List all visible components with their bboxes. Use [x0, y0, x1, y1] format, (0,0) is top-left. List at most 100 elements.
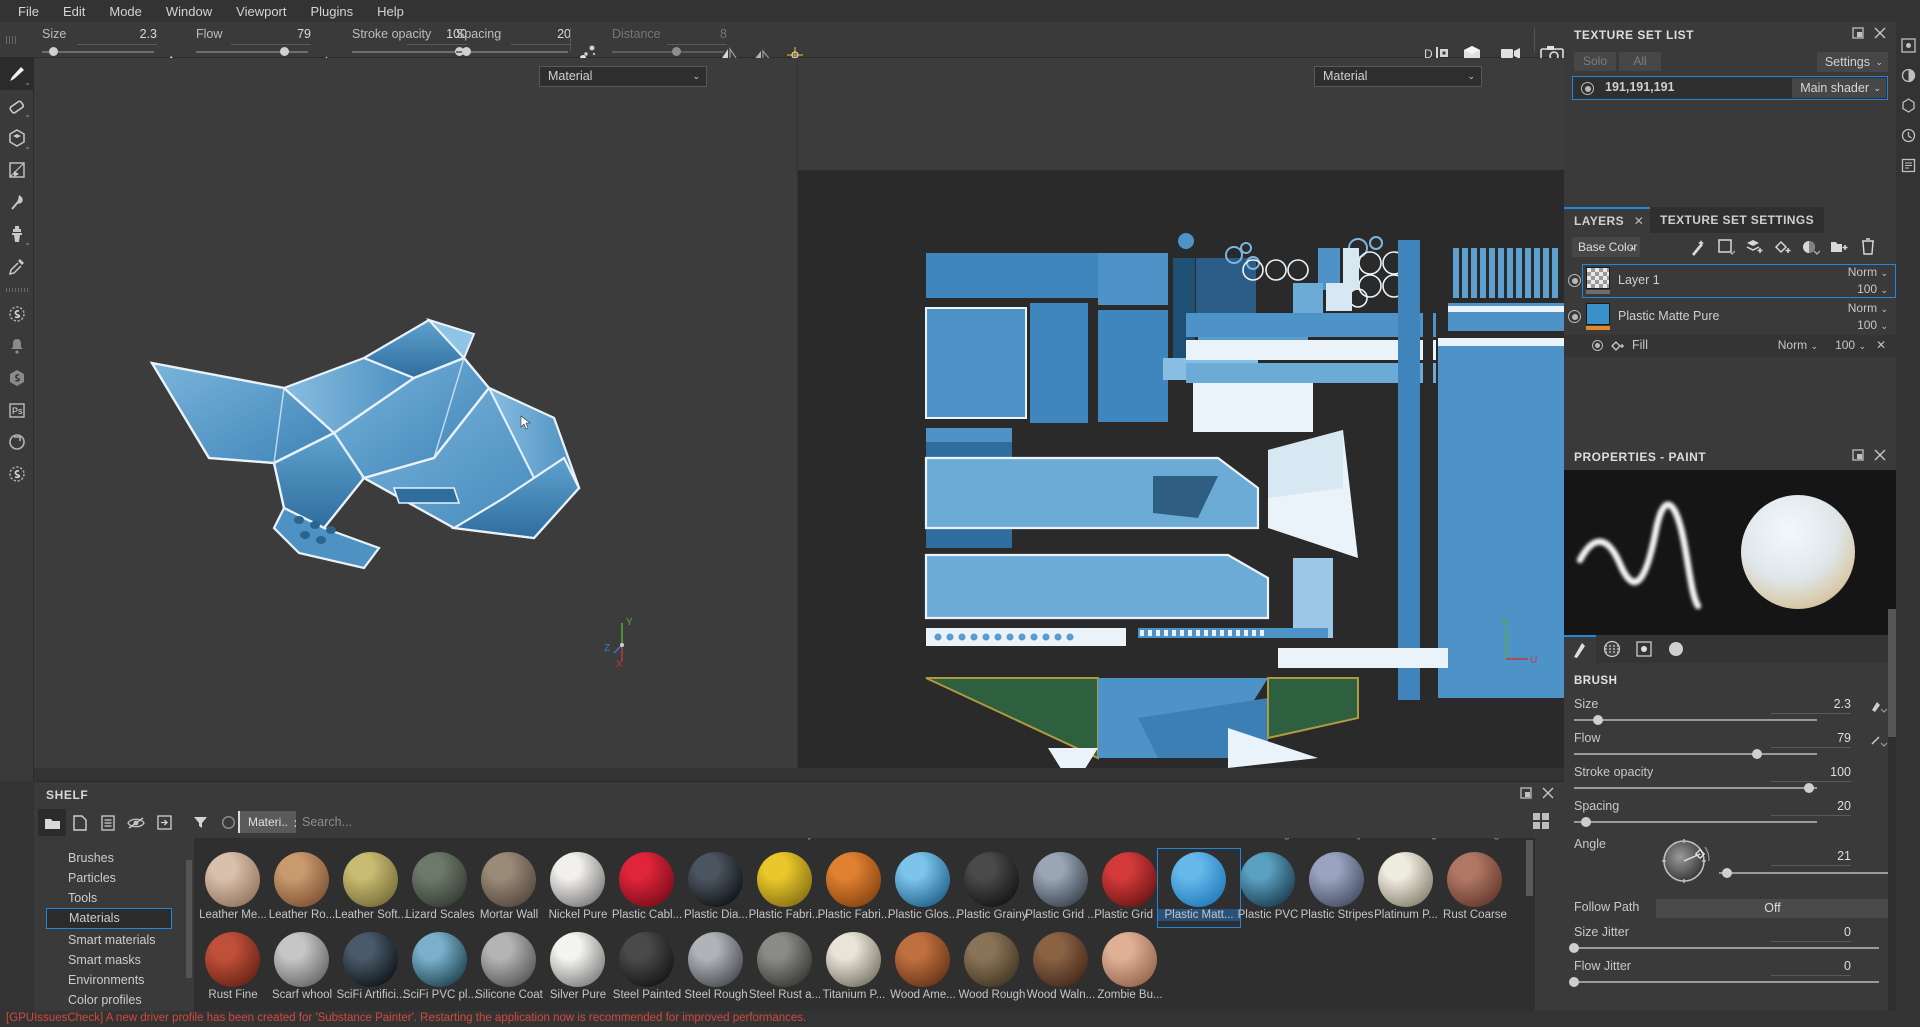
polygon-fill-tool[interactable]	[0, 154, 34, 186]
smudge-tool[interactable]	[0, 186, 34, 218]
layer-stack[interactable]: Layer 1 Norm ⌄ 100 ⌄ Plastic Matte Pure …	[1564, 263, 1896, 383]
toolbar-grip[interactable]	[6, 36, 18, 44]
menu-item-mode[interactable]: Mode	[97, 1, 154, 22]
substance-source-button[interactable]	[0, 362, 34, 394]
texture-set-row[interactable]: 191,191,191 Main shader ⌄	[1572, 76, 1888, 100]
follow-path-toggle[interactable]: Off	[1656, 899, 1889, 918]
close-icon[interactable]: ✕	[1634, 214, 1644, 228]
shelf-material-item[interactable]: Plastic Fabri...	[749, 852, 821, 921]
shelf-category-particles[interactable]: Particles	[46, 868, 172, 888]
photoshop-link-button[interactable]: Ps	[0, 394, 34, 426]
menu-item-window[interactable]: Window	[154, 1, 224, 22]
channel-selector[interactable]: Base Color ⌄	[1572, 237, 1640, 257]
shelf-material-item[interactable]: SciFi Artifici...	[336, 932, 406, 1001]
sublayer-row[interactable]: Fill Norm ⌄ 100 ⌄ ✕	[1564, 335, 1896, 357]
all-button[interactable]: All	[1619, 52, 1661, 71]
shelf-category-brushes[interactable]: Brushes	[46, 848, 172, 868]
shelf-material-item[interactable]: Plastic Cabl...	[612, 852, 682, 921]
stencil-tab[interactable]	[1628, 635, 1660, 663]
brush-stroke-tab[interactable]	[1564, 635, 1596, 663]
grid-view-toggle[interactable]	[1532, 812, 1554, 832]
uv-layout-render[interactable]	[798, 58, 1564, 768]
model-3d-render[interactable]	[34, 58, 797, 768]
add-adjustment-icon[interactable]	[1718, 239, 1735, 256]
spacing-knob[interactable]	[462, 47, 471, 56]
shelf-material-item[interactable]: Plastic Stripes	[1301, 852, 1373, 921]
layer-row[interactable]: Layer 1 Norm ⌄ 100 ⌄	[1564, 263, 1896, 299]
solo-button[interactable]: Solo	[1574, 52, 1616, 71]
brush-angle-knob[interactable]	[1722, 868, 1732, 878]
shelf-material-item[interactable]: Plastic Grid ...	[1025, 852, 1097, 921]
size-jitter-row[interactable]: Size Jitter 0	[1564, 925, 1896, 959]
shelf-material-item[interactable]: Silver Pure	[550, 932, 606, 1001]
add-folder-icon[interactable]	[1830, 239, 1848, 254]
alpha-tab[interactable]	[1596, 635, 1628, 663]
menu-item-edit[interactable]: Edit	[51, 1, 97, 22]
shelf-material-item[interactable]: Plastic Matt...	[1157, 848, 1241, 928]
flow-jitter-row[interactable]: Flow Jitter 0	[1564, 959, 1896, 993]
flow-jitter-knob[interactable]	[1569, 977, 1579, 987]
close-icon[interactable]	[1542, 787, 1554, 799]
menu-item-plugins[interactable]: Plugins	[298, 1, 365, 22]
clone-tool[interactable]: ⌄	[0, 218, 34, 250]
flow-slider-group[interactable]: Flow 79	[196, 26, 311, 56]
add-mask-icon[interactable]	[1802, 239, 1820, 256]
shelf-material-item[interactable]: Rust Coarse	[1443, 852, 1507, 921]
substance-engine-button[interactable]	[0, 298, 34, 330]
add-effect-icon[interactable]	[1690, 239, 1707, 256]
close-icon[interactable]	[1874, 27, 1886, 39]
brush-spacing-knob[interactable]	[1581, 817, 1591, 827]
brush-flow-knob[interactable]	[1752, 749, 1762, 759]
new-file-icon[interactable]	[66, 809, 94, 836]
layer-row[interactable]: Plastic Matte Pure Norm ⌄ 100 ⌄	[1564, 299, 1896, 335]
funnel-icon[interactable]	[186, 809, 214, 836]
size-jitter-knob[interactable]	[1569, 943, 1579, 953]
shelf-material-item[interactable]: Plastic Fabri...	[818, 852, 890, 921]
flow-pen-pressure-icon[interactable]	[1870, 733, 1888, 749]
delete-icon[interactable]	[1860, 238, 1876, 255]
brush-size-row[interactable]: Size 2.3	[1564, 697, 1896, 731]
history-icon[interactable]	[1896, 120, 1920, 150]
shelf-material-item[interactable]: Titanium P...	[823, 932, 885, 1001]
shelf-material-item[interactable]: Lizard Scales	[405, 852, 475, 921]
texture-set-visibility-toggle[interactable]	[1581, 82, 1594, 95]
distance-knob[interactable]	[672, 47, 681, 56]
sublayer-opacity[interactable]: 100 ⌄	[1835, 338, 1866, 352]
size-pen-pressure-icon[interactable]	[1870, 699, 1888, 715]
sublayer-blend-mode[interactable]: Norm ⌄	[1778, 338, 1818, 352]
shelf-material-item[interactable]: Mortar Wall	[480, 852, 538, 921]
paint-tool[interactable]: ⌄	[0, 58, 34, 90]
brush-size-knob[interactable]	[1593, 715, 1603, 725]
shelf-material-item[interactable]: Plastic Grid ...	[1094, 852, 1166, 921]
shader-settings-icon[interactable]	[1896, 90, 1920, 120]
shader-selector[interactable]: Main shader ⌄	[1792, 78, 1886, 98]
shelf-material-item[interactable]: Steel Rust a...	[749, 932, 821, 1001]
shelf-category-tools[interactable]: Tools	[46, 888, 172, 908]
size-slider-group[interactable]: Size 2.3	[42, 26, 157, 56]
layer-visibility-toggle[interactable]	[1568, 274, 1581, 287]
shelf-material-item[interactable]: Steel Rough	[684, 932, 748, 1001]
shelf-material-item[interactable]: Nickel Pure	[549, 852, 607, 921]
shelf-category-environments[interactable]: Environments	[46, 970, 172, 990]
shelf-category-color-profiles[interactable]: Color profiles	[46, 990, 172, 1010]
document-icon[interactable]	[94, 809, 122, 836]
layer-blend-mode[interactable]: Norm ⌄	[1848, 301, 1888, 315]
shelf-material-item[interactable]: Wood Rough	[959, 932, 1025, 1001]
shelf-material-item[interactable]: Leather Ro...	[269, 852, 335, 921]
shelf-material-item[interactable]: SciFi PVC pl...	[403, 932, 477, 1001]
log-icon[interactable]	[1896, 150, 1920, 180]
shelf-category-list[interactable]: Brushes Particles Tools Materials Smart …	[34, 838, 195, 1012]
import-icon[interactable]	[150, 809, 178, 836]
shelf-material-item[interactable]: Scarf whool	[272, 932, 332, 1001]
brush-stroke-opacity-knob[interactable]	[1804, 783, 1814, 793]
layer-visibility-toggle[interactable]	[1568, 310, 1581, 323]
shelf-material-item[interactable]: Plastic Grainy	[957, 852, 1027, 921]
shelf-material-item[interactable]: Wood Waln...	[1027, 932, 1095, 1001]
shelf-category-smart-materials[interactable]: Smart materials	[46, 930, 172, 950]
follow-path-row[interactable]: Follow Path Off	[1564, 897, 1896, 923]
shelf-material-item[interactable]: Silicone Coat	[475, 932, 543, 1001]
display-settings-icon[interactable]	[1896, 60, 1920, 90]
add-layer-icon[interactable]	[1746, 239, 1764, 256]
brush-flow-row[interactable]: Flow 79	[1564, 731, 1896, 765]
notifications-button[interactable]	[0, 330, 34, 362]
